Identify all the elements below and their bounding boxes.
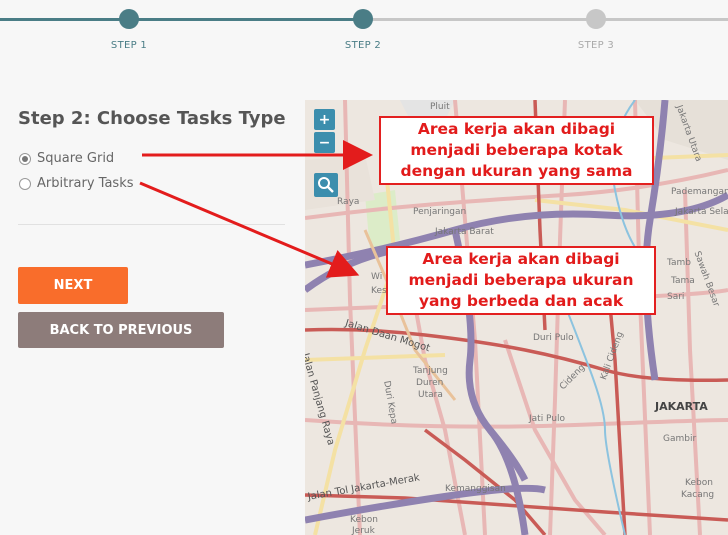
arrow-to-arbitrary-note [139,181,360,278]
annotation-arrows [139,140,373,278]
